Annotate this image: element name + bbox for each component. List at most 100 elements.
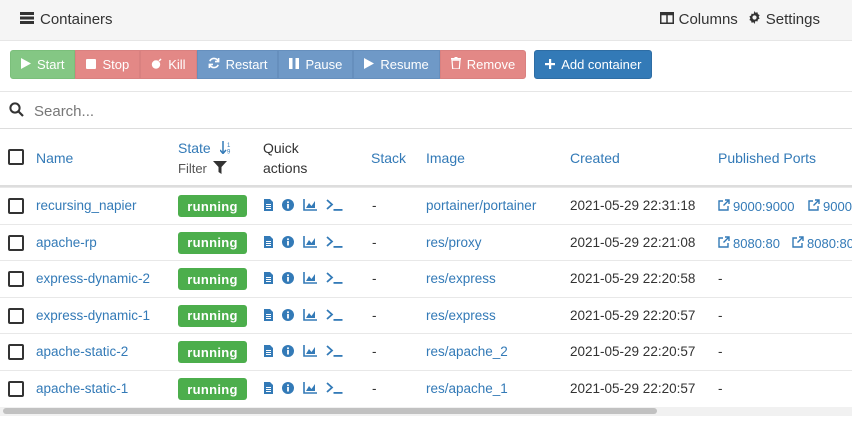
console-icon[interactable] [326,345,343,358]
console-icon[interactable] [326,235,343,248]
add-container-button[interactable]: Add container [534,50,653,79]
logs-icon[interactable] [264,235,273,248]
inspect-icon[interactable] [282,199,294,211]
row-checkbox[interactable] [8,344,24,361]
container-name-link[interactable]: apache-static-1 [36,381,128,396]
container-name-link[interactable]: recursing_napier [36,198,137,213]
kill-button[interactable]: Kill [140,50,197,79]
published-port-link[interactable]: 8080:80 [792,236,852,251]
settings-button[interactable]: Settings [748,11,820,28]
created-value: 2021-05-29 22:20:58 [570,271,696,287]
stats-icon[interactable] [303,345,317,358]
search-input[interactable] [32,99,736,123]
restart-button[interactable]: Restart [196,50,279,79]
stats-icon[interactable] [303,235,317,248]
column-published-ports[interactable]: Published Ports [718,150,816,166]
column-name[interactable]: Name [36,150,73,166]
inspect-icon[interactable] [282,345,294,358]
stats-icon[interactable] [303,272,317,284]
table-row: express-dynamic-2 running - res/express 2021… [0,260,852,297]
logs-icon[interactable] [264,308,273,321]
published-port-link[interactable]: 8080:80 [718,236,780,251]
columns-label: Columns [678,11,738,28]
logs-icon[interactable] [264,272,273,285]
row-checkbox[interactable] [8,307,24,324]
column-stack[interactable]: Stack [371,150,406,166]
stack-value: - [372,344,377,360]
bomb-icon [151,57,162,72]
row-checkbox[interactable] [8,381,24,397]
console-icon[interactable] [326,382,343,394]
container-name-link[interactable]: apache-static-2 [36,344,128,359]
image-link[interactable]: res/apache_1 [426,381,508,396]
sort-icon[interactable]: 19 [219,141,233,159]
refresh-icon [208,57,220,72]
image-link[interactable]: res/proxy [426,235,482,250]
image-link[interactable]: res/express [426,271,496,286]
published-port-link[interactable]: 9000:9000 [808,199,852,214]
published-port-link[interactable]: 9000:9000 [718,199,794,214]
stack-value: - [372,381,377,396]
remove-button[interactable]: Remove [439,50,527,79]
ports-value: - [718,307,723,323]
status-badge: running [178,268,247,291]
logs-icon[interactable] [264,199,273,211]
search-bar [0,91,852,129]
start-label: Start [37,57,65,72]
add-container-label: Add container [561,57,642,72]
created-value: 2021-05-29 22:20:57 [570,381,696,396]
image-link[interactable]: res/express [426,308,496,323]
pause-label: Pause [305,57,343,72]
port-value: 8080:80 [807,235,852,251]
settings-label: Settings [765,11,820,28]
container-name-link[interactable]: apache-rp [36,235,97,250]
logs-icon[interactable] [264,345,273,358]
image-link[interactable]: portainer/portainer [426,198,536,213]
filter-icon[interactable] [213,161,227,179]
logs-icon[interactable] [264,382,273,394]
row-checkbox[interactable] [8,198,24,214]
horizontal-scrollbar[interactable] [0,407,852,416]
ports-value: - [718,271,723,287]
panel-title: Containers [20,11,113,28]
stats-icon[interactable] [303,199,317,211]
inspect-icon[interactable] [282,382,294,394]
table-row: apache-rp running - res/proxy 2021-05-29 22:… [0,223,852,261]
column-state[interactable]: State [178,140,211,156]
state-filter-label[interactable]: Filter [178,161,207,176]
stats-icon[interactable] [303,382,317,394]
table-header: Name State 19 Filter Quick actions Stack… [0,129,852,187]
pause-button[interactable]: Pause [278,50,354,79]
ports-value: - [718,344,723,360]
stop-icon [86,57,97,72]
image-link[interactable]: res/apache_2 [426,344,508,359]
console-icon[interactable] [326,272,343,284]
column-created[interactable]: Created [570,150,620,166]
inspect-icon[interactable] [282,272,294,285]
console-icon[interactable] [326,199,343,211]
console-icon[interactable] [326,309,343,321]
inspect-icon[interactable] [282,308,294,321]
row-checkbox[interactable] [8,234,24,251]
container-name-link[interactable]: express-dynamic-2 [36,271,150,286]
status-badge: running [178,195,247,217]
stop-button[interactable]: Stop [75,50,141,79]
column-image[interactable]: Image [426,150,465,166]
port-value: 9000:9000 [823,199,852,214]
inspect-icon[interactable] [282,235,294,248]
table-row: apache-static-2 running - res/apache_2 2021-… [0,333,852,370]
stack-value: - [372,271,377,287]
resume-button[interactable]: Resume [353,50,440,79]
stop-label: Stop [102,57,130,72]
scrollbar-thumb[interactable] [3,408,657,414]
columns-button[interactable]: Columns [659,11,738,28]
play-icon [364,57,375,72]
start-button[interactable]: Start [10,50,76,79]
container-name-link[interactable]: express-dynamic-1 [36,308,150,323]
created-value: 2021-05-29 22:20:57 [570,344,696,360]
remove-label: Remove [466,57,516,72]
row-checkbox[interactable] [8,271,24,288]
select-all-checkbox[interactable] [8,149,24,165]
table-row: apache-static-1 running - res/apache_1 2021-… [0,370,852,407]
stats-icon[interactable] [303,308,317,321]
